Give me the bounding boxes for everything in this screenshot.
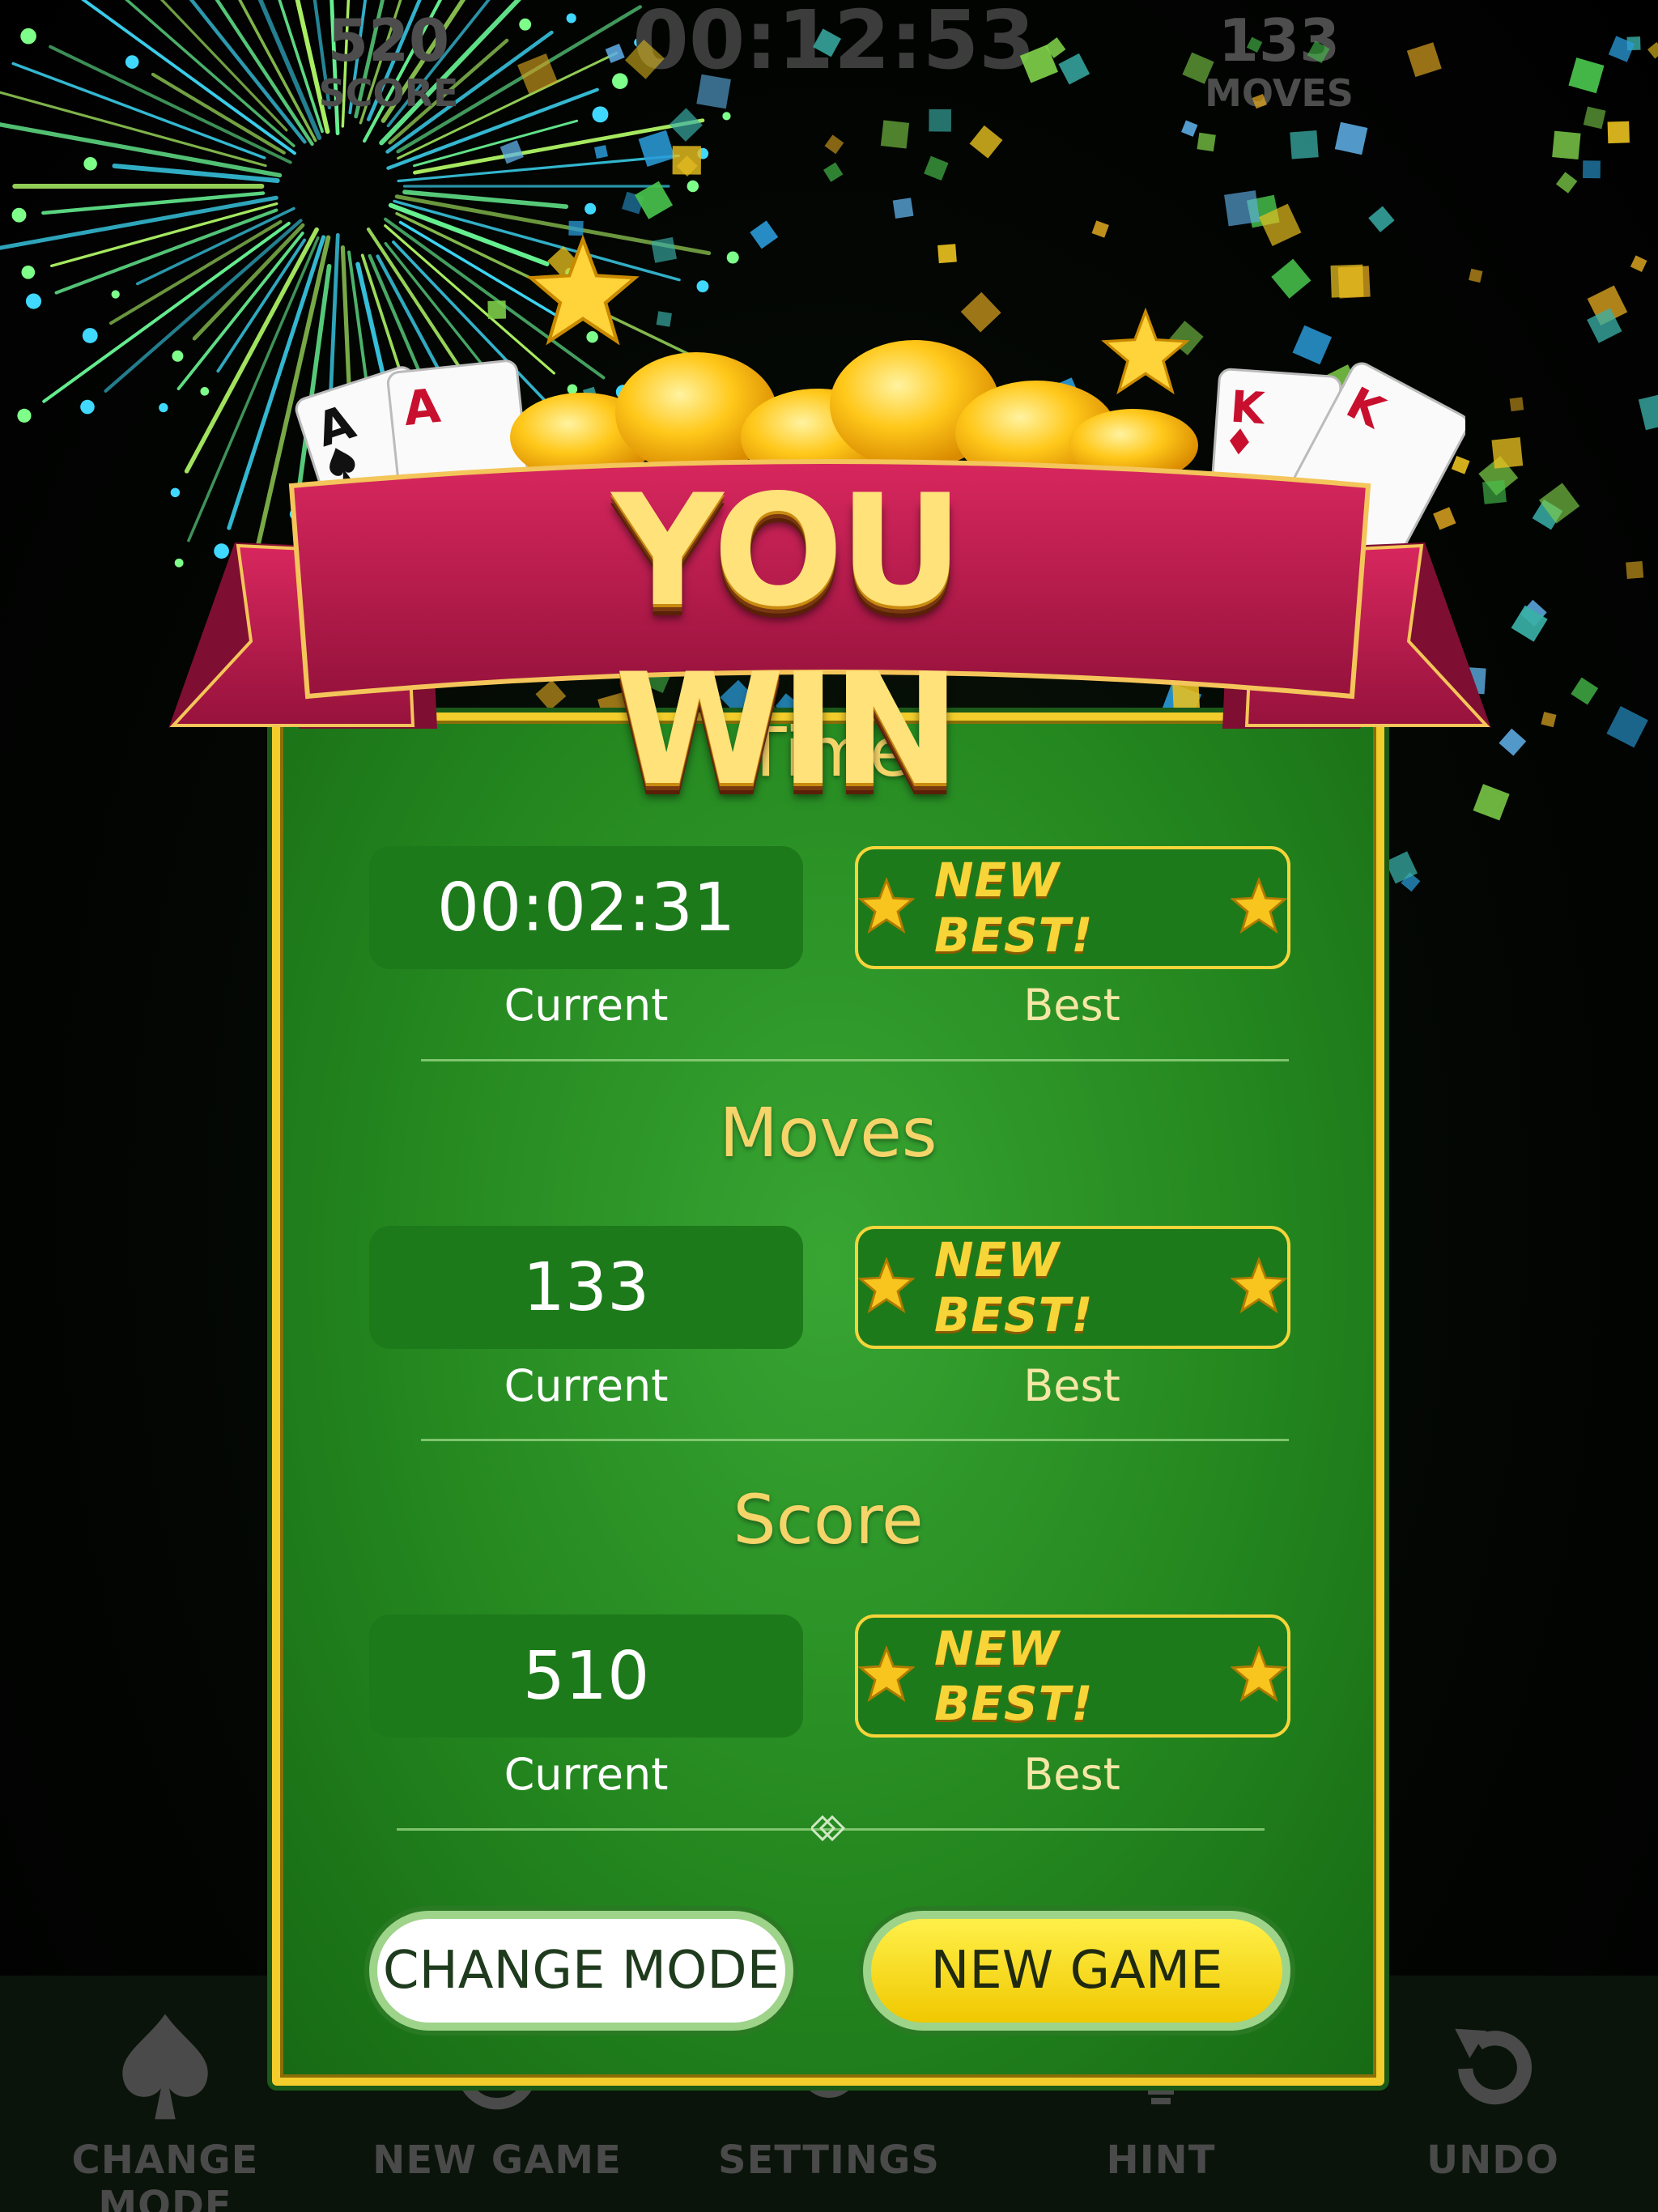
time-current-value: 00:02:31 [369,846,803,969]
toolbar-label: CHANGE MODE [71,2138,259,2212]
time-best-label: Best [1023,980,1120,1031]
section-divider [421,1439,1289,1441]
new-best-text: NEW BEST! [934,1232,1094,1342]
star-icon [1230,876,1288,938]
star-icon [1230,1256,1288,1317]
diamond-ornament-icon [811,1814,846,1842]
card-rank: A [401,378,443,436]
star-icon [857,1644,916,1706]
new-game-button[interactable]: NEW GAME [863,1911,1290,2031]
score-best-badge: NEW BEST! [855,1614,1290,1738]
score-best-label: Best [1023,1749,1120,1800]
toolbar-label: SETTINGS [718,2138,940,2183]
star-icon [857,876,916,938]
section-divider [421,1059,1289,1061]
new-best-text: NEW BEST! [934,1621,1094,1731]
you-win-title: YOU WIN [611,462,964,819]
card-rank: K [1229,381,1268,434]
moves-best-badge: NEW BEST! [855,1226,1290,1349]
score-current-label: Current [504,1749,669,1800]
moves-current-label: Current [504,1360,669,1411]
score-section-title: Score [733,1480,924,1559]
moves-best-label: Best [1023,1360,1120,1411]
star-icon [1101,308,1190,395]
toolbar-undo[interactable]: UNDO [1339,2008,1647,2183]
star-icon [857,1256,916,1317]
toolbar-label: HINT [1106,2138,1216,2183]
score-current-value: 510 [369,1614,803,1738]
change-mode-button[interactable]: CHANGE MODE [369,1911,793,2031]
time-best-badge: NEW BEST! [855,846,1290,969]
new-best-text: NEW BEST! [934,853,1094,963]
moves-section-title: Moves [719,1093,937,1172]
toolbar-label: UNDO [1426,2138,1559,2183]
time-current-label: Current [504,980,669,1031]
undo-icon [1339,2008,1647,2129]
star-icon [526,235,640,346]
toolbar-label: NEW GAME [372,2138,622,2183]
moves-current-value: 133 [369,1226,803,1349]
game-stage: 520 SCORE 00:12:53 133 MOVES CHANGE MODE… [0,0,1658,2212]
star-icon [1230,1644,1288,1706]
